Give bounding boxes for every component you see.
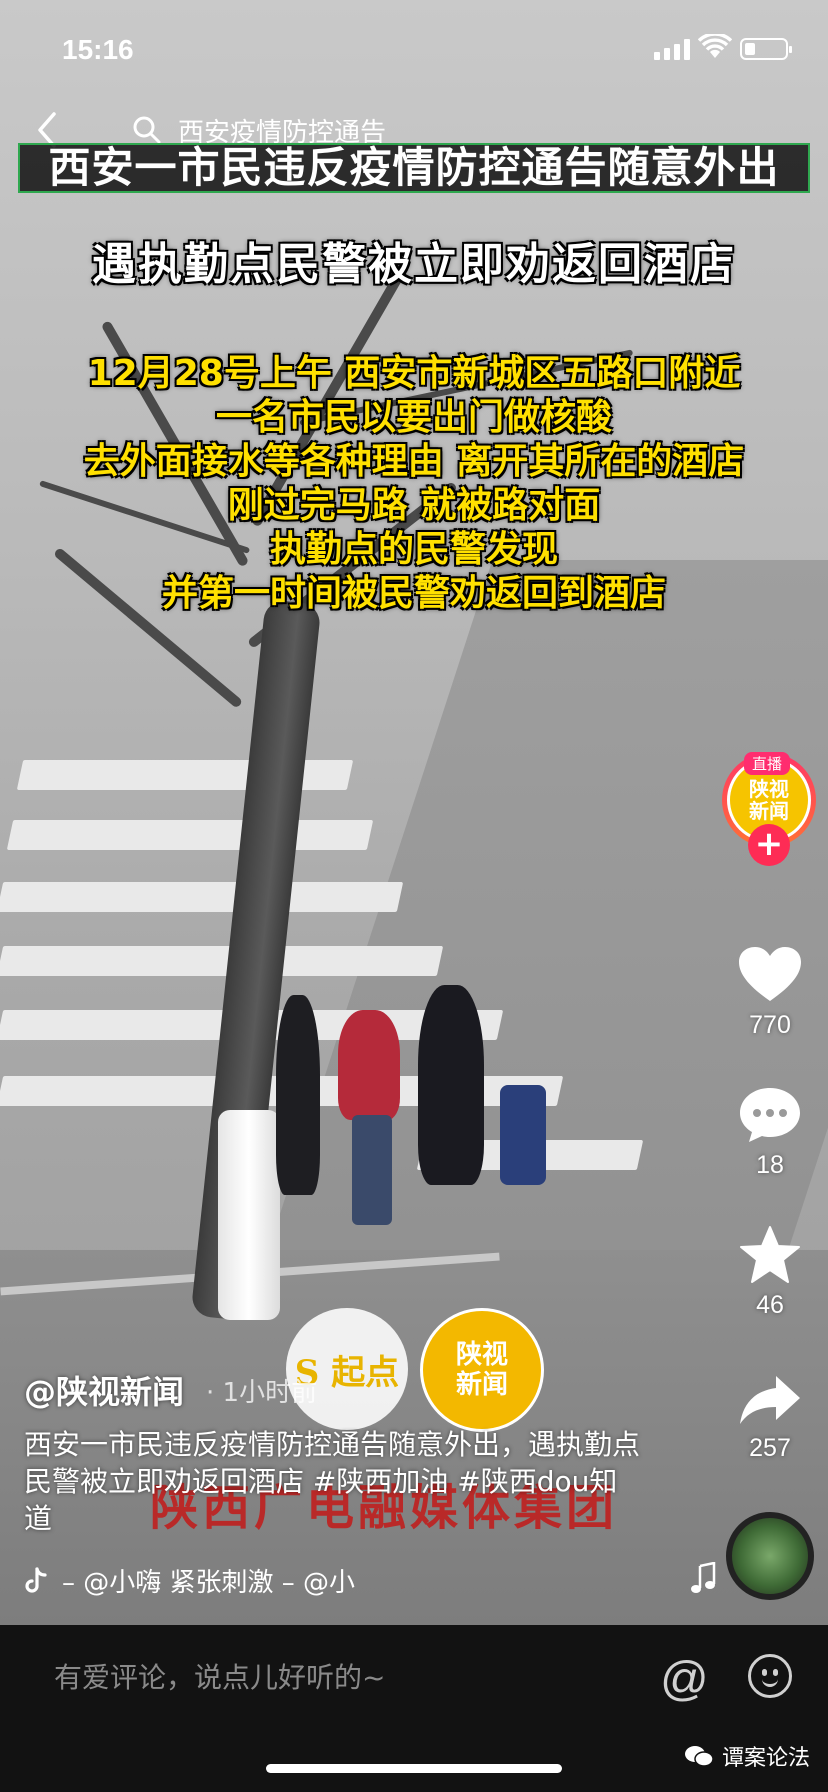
emoji-icon[interactable]	[748, 1654, 792, 1698]
like-action[interactable]: 770	[720, 945, 820, 1040]
shopping-cart	[500, 1085, 546, 1185]
story-line: 并第一时间被民警劝返回到酒店	[161, 573, 666, 614]
video-headline-caption: 西安一市民违反疫情防控通告随意外出	[18, 143, 810, 193]
music-marquee-text: – @小嗨 紧张刺激 – @小	[62, 1568, 356, 1598]
wifi-icon	[698, 34, 732, 58]
heart-icon	[739, 947, 801, 1001]
star-icon	[740, 1226, 800, 1283]
battery-icon	[740, 38, 792, 60]
citizen-legs	[352, 1115, 392, 1225]
status-bar: 15:16	[0, 0, 828, 100]
video-subheadline-caption: 遇执勤点民警被立即劝返回酒店	[92, 239, 736, 290]
status-time: 15:16	[62, 34, 134, 65]
avatar-line-2: 新闻	[749, 799, 789, 823]
battery-level	[745, 43, 755, 55]
police-officer-right	[418, 985, 484, 1185]
share-count: 257	[749, 1434, 791, 1462]
shanshi-news-logo-watermark: 陕视 新闻	[420, 1308, 544, 1432]
story-line: 刚过完马路 就被路对面	[227, 485, 601, 526]
tree-trunk-whitewash	[218, 1110, 280, 1320]
avatar-line-1: 陕视	[749, 777, 789, 801]
favorite-count: 46	[756, 1291, 784, 1319]
comment-icon	[740, 1088, 800, 1142]
music-disc[interactable]	[726, 1512, 814, 1600]
comment-input[interactable]: 有爱评论，说点儿好听的~	[54, 1656, 385, 1696]
tiktok-icon	[25, 1566, 47, 1593]
at-icon[interactable]: @	[660, 1652, 709, 1707]
live-badge: 直播	[744, 752, 791, 775]
wechat-icon	[685, 1746, 714, 1767]
video-story-caption: 12月28号上午 西安市新城区五路口附近 一名市民以要出门做核酸 去外面接水等各…	[0, 352, 828, 616]
cellular-signal-icon	[654, 38, 690, 60]
post-description: 西安一市民违反疫情防控通告随意外出，遇执勤点民警被立即劝返回酒店 #陕西加油 #…	[24, 1428, 641, 1535]
like-count: 770	[749, 1011, 791, 1039]
crosswalk	[0, 760, 828, 1320]
favorite-action[interactable]: 46	[720, 1225, 820, 1320]
story-line: 12月28号上午 西安市新城区五路口附近	[87, 353, 741, 394]
story-line: 执勤点的民警发现	[269, 529, 558, 570]
comment-count: 18	[756, 1151, 784, 1179]
wechat-account-name: 谭案论法	[722, 1746, 811, 1771]
citizen-red-jacket	[338, 1010, 400, 1120]
story-line: 一名市民以要出门做核酸	[215, 397, 612, 438]
police-officer-left	[276, 995, 320, 1195]
qidian-logo-watermark: S 起点	[286, 1308, 408, 1430]
home-indicator[interactable]	[266, 1764, 562, 1773]
story-line: 去外面接水等各种理由 离开其所在的酒店	[83, 441, 745, 482]
comment-action[interactable]: 18	[720, 1085, 820, 1180]
logo-line-2: 新闻	[455, 1370, 508, 1400]
follow-button[interactable]: +	[748, 824, 790, 866]
music-note-icon	[691, 1562, 716, 1593]
search-icon	[133, 116, 161, 144]
music-info[interactable]: – @小嗨 紧张刺激 – @小	[24, 1562, 355, 1599]
wechat-watermark: 谭案论法	[684, 1740, 810, 1772]
logo-line-1: 陕视	[455, 1340, 508, 1370]
share-icon	[740, 1376, 800, 1424]
author-handle[interactable]: @陕视新闻	[24, 1367, 184, 1413]
post-time: · 1小时前	[206, 1378, 318, 1408]
share-action[interactable]: 257	[720, 1372, 820, 1463]
